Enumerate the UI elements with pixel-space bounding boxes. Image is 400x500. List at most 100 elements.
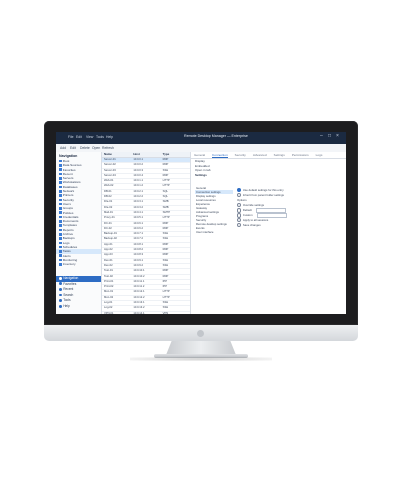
maximize-icon[interactable]: □: [328, 133, 331, 139]
table-cell: SSH: [162, 168, 169, 172]
table-cell: IPP: [162, 285, 167, 289]
table-cell: 10.0.0.2: [133, 163, 144, 167]
settings-section-header: Settings: [195, 172, 207, 177]
table-row[interactable]: VPN-01 10.0.14.1 VPN: [102, 312, 190, 314]
edit-button[interactable]: Edit: [70, 146, 76, 150]
navigation-header: Navigation: [59, 154, 78, 158]
tab-security[interactable]: Security: [235, 152, 246, 158]
menu-view[interactable]: View: [86, 135, 93, 139]
table-cell: RDP: [162, 163, 169, 167]
radio-button[interactable]: [237, 193, 242, 198]
table-cell: DB-01: [104, 189, 112, 193]
folder-icon: [59, 198, 62, 202]
table-cell: SSH: [162, 306, 169, 310]
open-button[interactable]: Open: [92, 146, 100, 150]
option-label: Default: [242, 208, 252, 213]
folder-icon: [59, 185, 62, 189]
tab-permissions[interactable]: Permissions: [292, 152, 309, 158]
table-cell: RDP: [162, 253, 169, 257]
table-cell: 10.0.3.1: [133, 200, 144, 204]
table-cell: 10.0.13.2: [133, 306, 145, 310]
entries-grid: Name Host Type Server-01 10.0.0.1 RDP Serve…: [102, 152, 191, 314]
folder-icon: [59, 172, 62, 176]
table-cell: Server-04: [104, 173, 116, 177]
table-cell: 10.0.7.2: [133, 237, 144, 241]
column-type[interactable]: Type: [161, 152, 190, 157]
table-cell: 10.0.12.2: [133, 295, 145, 299]
folder-icon: [59, 245, 62, 249]
table-cell: Dev-01: [104, 258, 113, 262]
tab-settings[interactable]: Settings: [274, 152, 285, 158]
table-cell: Mon-01: [104, 290, 114, 294]
table-cell: HTTP: [162, 179, 170, 183]
title-bar: File Edit View Tools Help Remote Desktop…: [56, 132, 346, 144]
radio-button[interactable]: [237, 203, 242, 208]
table-cell: 10.0.7.1: [133, 232, 144, 236]
option-row[interactable]: Save changes: [237, 223, 342, 228]
menu-help[interactable]: Help: [106, 135, 113, 139]
tab-general[interactable]: General: [194, 152, 205, 158]
folder-icon: [59, 177, 62, 180]
table-cell: VPN: [162, 311, 169, 314]
option-label: Override settings: [242, 203, 265, 207]
option-label: Apply to all sessions: [242, 218, 269, 222]
tab-advanced[interactable]: Advanced: [253, 152, 267, 158]
close-icon[interactable]: ×: [336, 133, 339, 139]
table-cell: Mail-01: [104, 210, 113, 214]
refresh-button[interactable]: Refresh: [102, 146, 114, 150]
table-cell: 10.0.6.1: [133, 221, 144, 225]
nav-button-label: Favorites: [63, 281, 77, 286]
table-cell: RDP: [162, 158, 169, 161]
table-cell: 10.0.13.1: [133, 301, 145, 305]
folder-icon: [59, 224, 62, 227]
settings-category-list: General Connection settings Display settin…: [195, 186, 233, 234]
add-button[interactable]: Add: [60, 146, 66, 150]
tree-item[interactable]: Inventory: [56, 262, 101, 266]
table-cell: DC-02: [104, 226, 112, 230]
table-cell: Proxy-01: [104, 216, 115, 220]
table-cell: 10.0.9.1: [133, 258, 144, 262]
tab-logs[interactable]: Logs: [316, 152, 323, 158]
nav-button-label: Recent: [63, 287, 74, 292]
tab-connection[interactable]: Connection: [212, 152, 228, 158]
table-cell: 10.0.0.4: [133, 173, 144, 177]
menu-file[interactable]: File: [68, 135, 73, 139]
table-cell: 10.0.8.2: [133, 248, 144, 252]
column-name[interactable]: Name: [102, 152, 131, 157]
table-cell: Backup-01: [104, 232, 117, 236]
table-cell: File-02: [104, 205, 113, 209]
delete-button[interactable]: Delete: [80, 146, 90, 150]
nav-icon: [59, 282, 62, 286]
table-cell: Backup-02: [104, 237, 117, 241]
table-cell: 10.0.5.1: [133, 216, 144, 220]
table-cell: 10.0.0.1: [133, 158, 144, 161]
folder-icon: [59, 181, 62, 184]
menu-tools[interactable]: Tools: [96, 135, 104, 139]
table-cell: SSH: [162, 301, 169, 305]
minimize-icon[interactable]: –: [320, 133, 323, 139]
table-cell: App-03: [104, 253, 113, 257]
table-cell: Server-01: [104, 158, 116, 161]
radio-button[interactable]: [237, 218, 242, 223]
table-cell: SMB: [162, 205, 169, 209]
option-label: Options: [237, 198, 247, 202]
column-host[interactable]: Host: [131, 152, 160, 157]
table-cell: 10.0.14.1: [133, 311, 145, 314]
table-cell: 10.0.10.1: [133, 269, 145, 273]
table-cell: 10.0.2.1: [133, 189, 144, 193]
folder-icon: [59, 194, 62, 197]
table-cell: Mon-02: [104, 295, 114, 299]
radio-button[interactable]: [237, 188, 242, 193]
table-cell: SMTP: [162, 210, 171, 214]
radio-button[interactable]: [237, 223, 242, 228]
folder-icon: [59, 215, 62, 219]
logo-icon: [197, 330, 204, 337]
table-cell: 10.0.1.1: [133, 179, 144, 183]
grid-body: Server-01 10.0.0.1 RDP Server-02 10.0.0.2 RDP…: [102, 158, 190, 314]
folder-icon: [59, 241, 62, 245]
monitor-bezel: File Edit View Tools Help Remote Desktop…: [44, 121, 358, 325]
settings-category[interactable]: User interface: [195, 230, 233, 234]
table-cell: RDP: [162, 221, 169, 225]
menu-edit[interactable]: Edit: [76, 135, 82, 139]
nav-button[interactable]: Help: [56, 304, 101, 310]
